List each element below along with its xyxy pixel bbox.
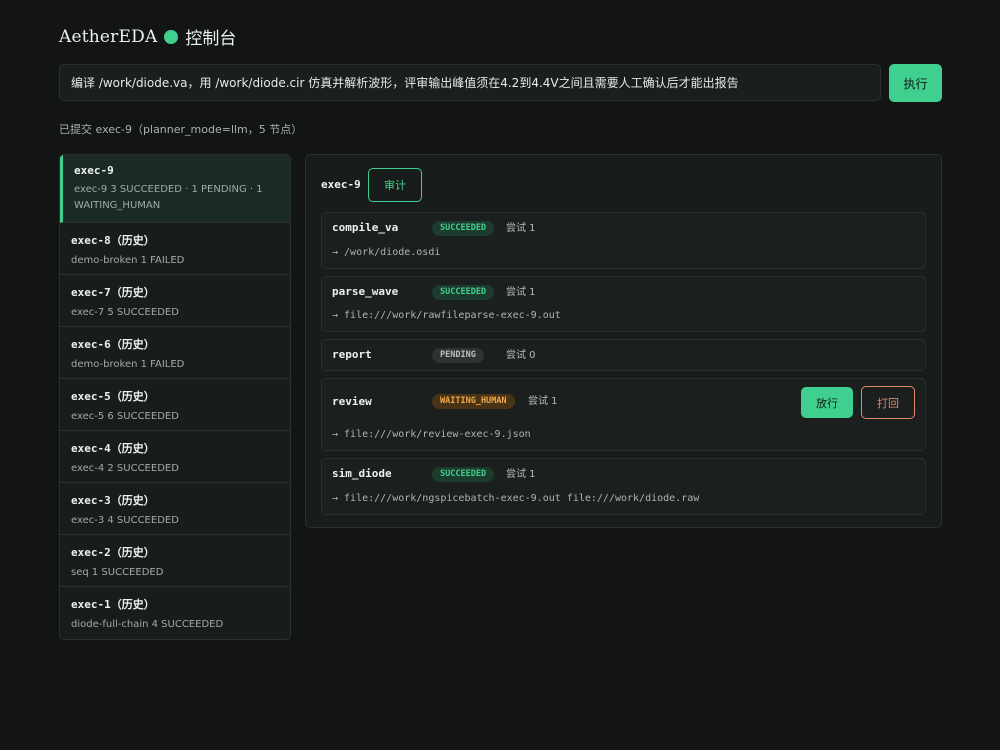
node-output: → /work/diode.osdi bbox=[332, 247, 441, 258]
status-dot-icon bbox=[164, 29, 179, 44]
execution-summary: exec-9 3 SUCCEEDED · 1 PENDING · 1 WAITI… bbox=[74, 184, 263, 211]
execution-name: exec-2（历史） bbox=[71, 546, 155, 559]
release-button[interactable]: 放行 bbox=[801, 387, 853, 418]
node-output: → file:///work/review-exec-9.json bbox=[332, 429, 531, 440]
node-card-report: report PENDING 尝试 0 bbox=[321, 339, 926, 371]
node-name: review bbox=[332, 395, 372, 408]
execution-item-exec-6[interactable]: exec-6（历史） demo-broken 1 FAILED bbox=[60, 327, 290, 379]
execution-list: exec-9 exec-9 3 SUCCEEDED · 1 PENDING · … bbox=[59, 154, 291, 640]
attempt-count: 尝试 1 bbox=[528, 396, 558, 407]
execution-summary: diode-full-chain 4 SUCCEEDED bbox=[71, 619, 224, 630]
brand-logo: AetherEDA bbox=[59, 26, 158, 47]
execution-summary: exec-7 5 SUCCEEDED bbox=[71, 307, 179, 318]
execution-summary: demo-broken 1 FAILED bbox=[71, 255, 185, 266]
execution-detail-panel: exec-9 审计 compile_va SUCCEEDED 尝试 1 → /w… bbox=[305, 154, 942, 528]
node-name: sim_diode bbox=[332, 467, 392, 480]
page-title: 控制台 bbox=[185, 29, 237, 49]
attempt-count: 尝试 1 bbox=[506, 223, 536, 234]
execution-item-exec-5[interactable]: exec-5（历史） exec-5 6 SUCCEEDED bbox=[60, 379, 290, 431]
header: AetherEDA 控制台 bbox=[59, 24, 237, 50]
execution-summary: demo-broken 1 FAILED bbox=[71, 359, 185, 370]
execution-name: exec-7（历史） bbox=[71, 286, 155, 299]
execution-item-exec-1[interactable]: exec-1（历史） diode-full-chain 4 SUCCEEDED bbox=[60, 587, 290, 639]
command-input[interactable] bbox=[59, 64, 881, 101]
execution-name: exec-3（历史） bbox=[71, 494, 155, 507]
execution-name: exec-6（历史） bbox=[71, 338, 155, 351]
reject-button[interactable]: 打回 bbox=[861, 386, 915, 419]
execution-item-exec-3[interactable]: exec-3（历史） exec-3 4 SUCCEEDED bbox=[60, 483, 290, 535]
audit-button[interactable]: 审计 bbox=[368, 168, 422, 202]
node-card-compile-va: compile_va SUCCEEDED 尝试 1 → /work/diode.… bbox=[321, 212, 926, 269]
execution-name: exec-5（历史） bbox=[71, 390, 155, 403]
node-card-parse-wave: parse_wave SUCCEEDED 尝试 1 → file:///work… bbox=[321, 276, 926, 332]
execution-item-exec-9[interactable]: exec-9 exec-9 3 SUCCEEDED · 1 PENDING · … bbox=[60, 155, 290, 223]
node-output: → file:///work/rawfileparse-exec-9.out bbox=[332, 310, 561, 321]
attempt-count: 尝试 1 bbox=[506, 287, 536, 298]
node-card-review: review WAITING_HUMAN 尝试 1 放行 打回 → file:/… bbox=[321, 378, 926, 451]
attempt-count: 尝试 0 bbox=[506, 350, 536, 361]
execution-name: exec-9 bbox=[74, 164, 114, 177]
attempt-count: 尝试 1 bbox=[506, 469, 536, 480]
execution-item-exec-2[interactable]: exec-2（历史） seq 1 SUCCEEDED bbox=[60, 535, 290, 587]
status-badge: SUCCEEDED bbox=[432, 221, 495, 236]
execution-summary: exec-3 4 SUCCEEDED bbox=[71, 515, 179, 526]
execution-summary: exec-4 2 SUCCEEDED bbox=[71, 463, 179, 474]
execution-summary: seq 1 SUCCEEDED bbox=[71, 567, 164, 578]
node-card-sim-diode: sim_diode SUCCEEDED 尝试 1 → file:///work/… bbox=[321, 458, 926, 515]
node-name: compile_va bbox=[332, 221, 399, 234]
execution-name: exec-1（历史） bbox=[71, 598, 155, 611]
status-badge: SUCCEEDED bbox=[432, 467, 495, 482]
node-output: → file:///work/ngspicebatch-exec-9.out f… bbox=[332, 493, 700, 504]
node-name: parse_wave bbox=[332, 285, 399, 298]
submit-status: 已提交 exec-9（planner_mode=llm，5 节点） bbox=[59, 123, 303, 136]
execution-item-exec-4[interactable]: exec-4（历史） exec-4 2 SUCCEEDED bbox=[60, 431, 290, 483]
execution-summary: exec-5 6 SUCCEEDED bbox=[71, 411, 179, 422]
detail-title: exec-9 bbox=[321, 178, 361, 191]
status-badge: PENDING bbox=[432, 348, 484, 363]
execution-item-exec-7[interactable]: exec-7（历史） exec-7 5 SUCCEEDED bbox=[60, 275, 290, 327]
run-button[interactable]: 执行 bbox=[889, 64, 942, 102]
execution-name: exec-8（历史） bbox=[71, 234, 155, 247]
status-badge: SUCCEEDED bbox=[432, 285, 495, 300]
execution-item-exec-8[interactable]: exec-8（历史） demo-broken 1 FAILED bbox=[60, 223, 290, 275]
status-badge: WAITING_HUMAN bbox=[432, 394, 515, 409]
execution-name: exec-4（历史） bbox=[71, 442, 155, 455]
node-name: report bbox=[332, 348, 372, 361]
